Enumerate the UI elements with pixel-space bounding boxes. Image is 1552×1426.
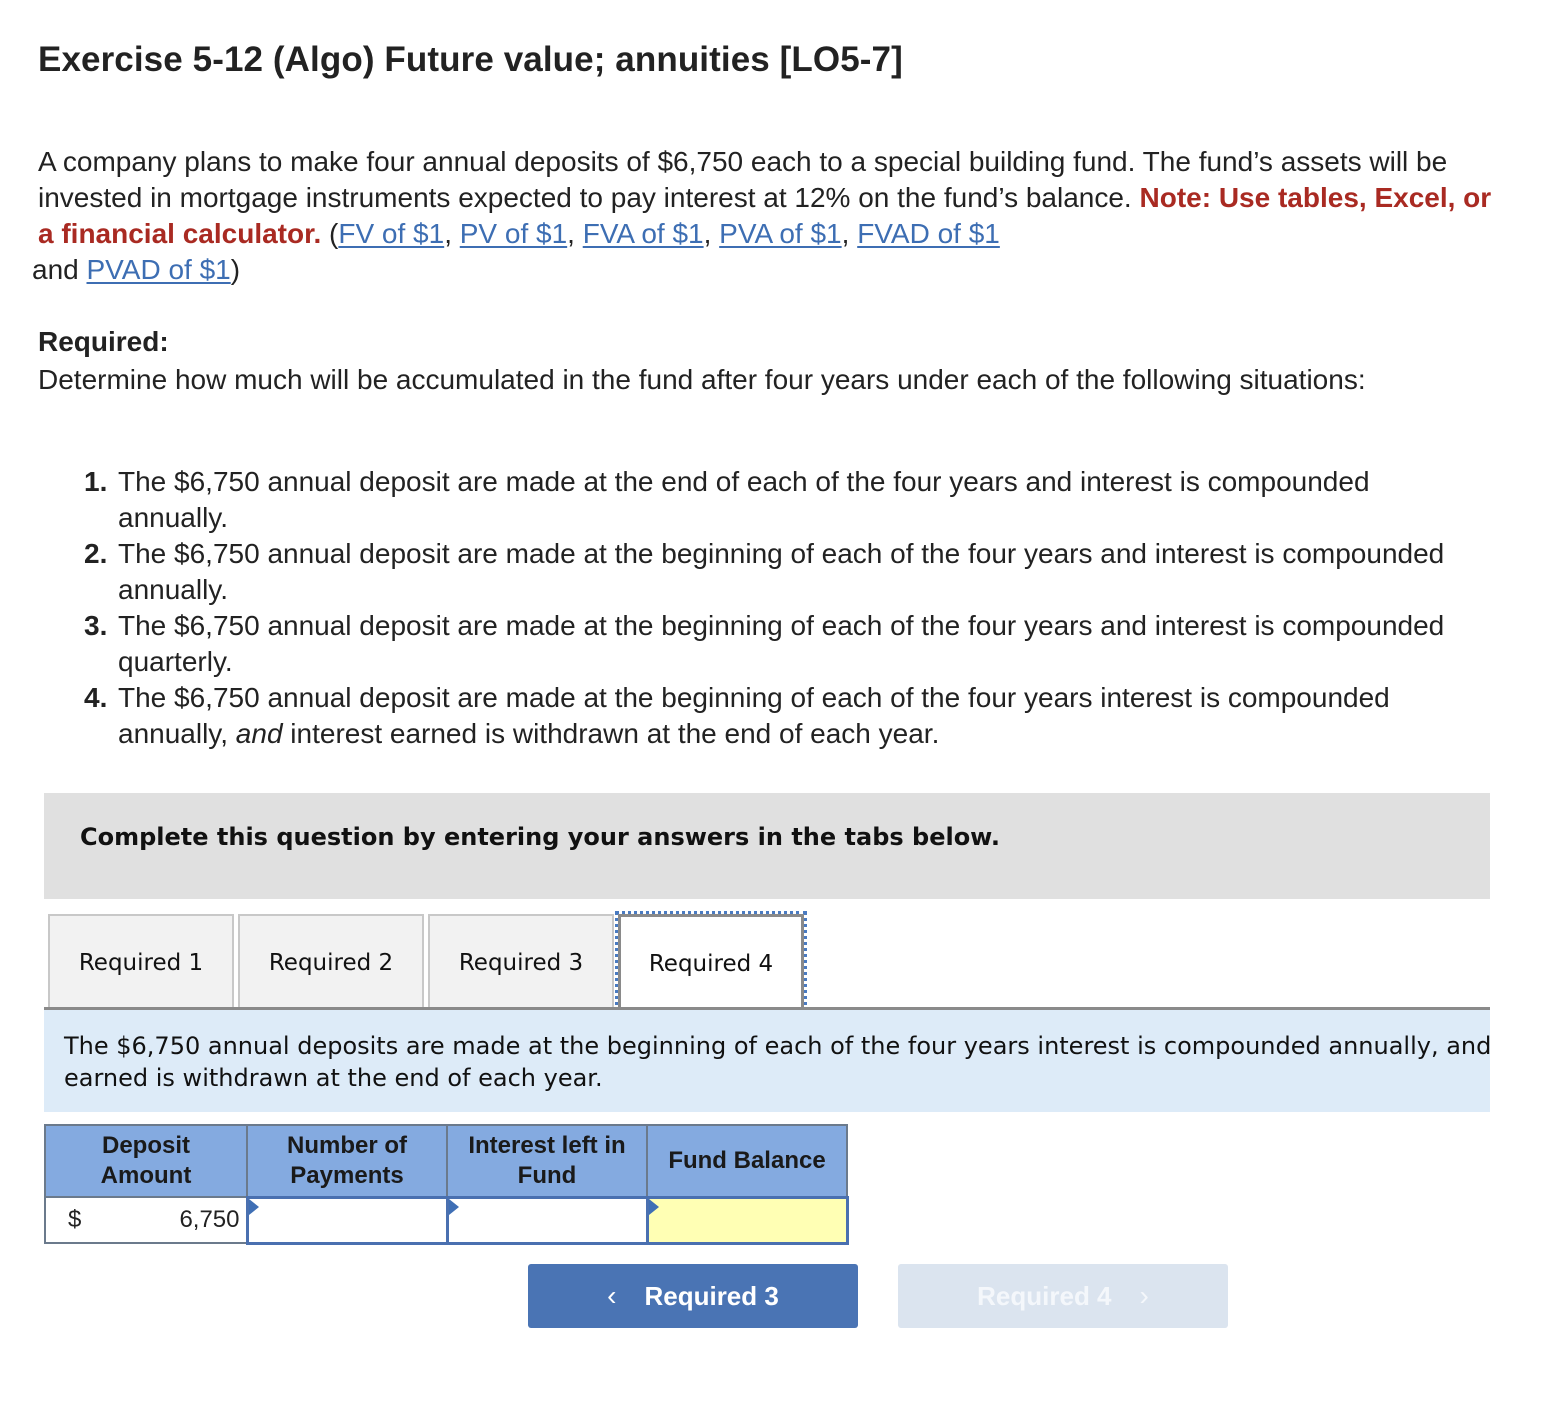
link-pva[interactable]: PVA of $1	[719, 218, 841, 249]
tab-panel-description: The $6,750 annual deposits are made at t…	[44, 1010, 1490, 1112]
separator: ,	[567, 218, 583, 249]
previous-required-button[interactable]: ‹ Required 3	[528, 1264, 858, 1328]
input-marker-icon	[648, 1198, 659, 1215]
required-heading: Required:	[38, 326, 169, 357]
link-fva[interactable]: FVA of $1	[583, 218, 704, 249]
fund-balance-input[interactable]	[648, 1198, 846, 1242]
header-interest-left: Interest left in Fund	[446, 1124, 648, 1198]
requirements-list: 1. The $6,750 annual deposit are made at …	[84, 464, 1464, 752]
link-pvad[interactable]: PVAD of $1	[87, 254, 231, 285]
item-number: 3.	[84, 610, 108, 641]
list-item: 2. The $6,750 annual deposit are made at …	[84, 536, 1464, 608]
item-text: The $6,750 annual deposit are made at th…	[118, 466, 1370, 533]
link-pv[interactable]: PV of $1	[460, 218, 567, 249]
next-button-label: Required 4	[977, 1280, 1112, 1311]
header-fund-balance: Fund Balance	[646, 1124, 848, 1198]
tab-required-2[interactable]: Required 2	[238, 914, 424, 1010]
item-number: 2.	[84, 538, 108, 569]
deposit-amount-cell: $ 6,750	[44, 1196, 248, 1244]
item-emphasis: and	[235, 718, 283, 749]
separator: ,	[703, 218, 720, 249]
problem-statement: A company plans to make four annual depo…	[32, 144, 1498, 288]
tab-required-1[interactable]: Required 1	[48, 914, 234, 1010]
answer-table: Deposit Amount Number of Payments Intere…	[44, 1124, 849, 1245]
item-number: 4.	[84, 682, 108, 713]
required-description: Determine how much will be accumulated i…	[38, 364, 1366, 395]
interest-left-cell	[445, 1195, 649, 1245]
tab-required-3[interactable]: Required 3	[428, 914, 614, 1010]
item-text: The $6,750 annual deposit are made at th…	[118, 538, 1445, 605]
header-label: Number of Payments	[287, 1131, 407, 1189]
link-fv[interactable]: FV of $1	[338, 218, 444, 249]
list-item: 4. The $6,750 annual deposit are made at …	[84, 680, 1464, 752]
page-title: Exercise 5-12 (Algo) Future value; annui…	[38, 40, 903, 79]
table-row: $ 6,750	[44, 1195, 849, 1245]
header-label: Interest left in Fund	[468, 1131, 626, 1189]
paren-close: )	[230, 254, 241, 285]
separator: ,	[444, 218, 460, 249]
separator: ,	[841, 218, 858, 249]
and-text: and	[32, 254, 87, 285]
chevron-left-icon: ‹	[607, 1280, 617, 1311]
panel-text: The $6,750 annual deposits are made at t…	[64, 1032, 1490, 1092]
item-text: interest earned is withdrawn at the end …	[282, 718, 940, 749]
header-deposit-amount: Deposit Amount	[44, 1124, 248, 1198]
input-marker-icon	[248, 1198, 259, 1215]
paren-open: (	[321, 218, 339, 249]
interest-left-input[interactable]	[448, 1198, 646, 1242]
input-marker-icon	[448, 1198, 459, 1215]
chevron-right-icon: ›	[1139, 1280, 1149, 1311]
header-number-of-payments: Number of Payments	[246, 1124, 448, 1198]
fund-balance-cell	[645, 1195, 849, 1245]
item-text: The $6,750 annual deposit are made at th…	[118, 610, 1445, 677]
table-header-row: Deposit Amount Number of Payments Intere…	[44, 1124, 848, 1198]
tab-required-4[interactable]: Required 4	[615, 911, 807, 1013]
deposit-value: 6,750	[179, 1206, 240, 1233]
list-item: 1. The $6,750 annual deposit are made at …	[84, 464, 1464, 536]
instruction-banner: Complete this question by entering your …	[44, 793, 1490, 899]
link-fvad[interactable]: FVAD of $1	[857, 218, 1000, 249]
number-of-payments-input[interactable]	[248, 1198, 446, 1242]
instruction-text: Complete this question by entering your …	[80, 823, 1000, 851]
number-of-payments-cell	[245, 1195, 449, 1245]
list-item: 3. The $6,750 annual deposit are made at …	[84, 608, 1464, 680]
item-number: 1.	[84, 466, 108, 497]
header-label: Deposit Amount	[100, 1132, 192, 1189]
previous-button-label: Required 3	[644, 1280, 779, 1311]
next-required-button[interactable]: Required 4 ›	[898, 1264, 1228, 1328]
currency-symbol: $	[68, 1206, 82, 1233]
